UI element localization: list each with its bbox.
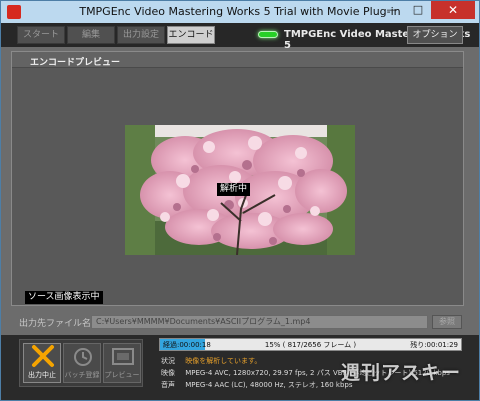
analyzing-overlay: 解析中 <box>217 183 251 196</box>
app-window: TMPGEnc Video Mastering Works 5 Trial wi… <box>0 0 480 401</box>
batch-register-label: バッチ登録 <box>64 371 100 379</box>
preview-label: プレビュー <box>104 371 140 379</box>
stop-output-button[interactable]: 出力中止 <box>23 343 61 383</box>
output-file-row: 出力先ファイル名(F) C:¥Users¥MMMM¥Documents¥ASCI… <box>11 313 464 331</box>
title-bar[interactable]: TMPGEnc Video Mastering Works 5 Trial wi… <box>1 1 479 23</box>
audio-key: 音声 <box>161 381 175 389</box>
browse-button[interactable]: 参照 <box>432 315 462 329</box>
progress-bar: 経過:00:00:18 15% ( 817/2656 フレーム ) 残り:00:… <box>159 338 462 351</box>
video-preview: 解析中 <box>125 125 355 255</box>
encode-preview-panel: エンコードプレビュー 解析中 ソース画像表示中 <box>11 51 464 306</box>
panel-header: エンコードプレビュー <box>12 52 463 68</box>
remaining-time: 残り:00:01:29 <box>410 341 458 349</box>
audio-value: MPEG-4 AAC (LC), 48000 Hz, ステレオ, 160 kbp… <box>185 381 353 389</box>
preview-screen-icon <box>112 348 134 365</box>
status-row: 状況 映像を解析しています。 <box>161 356 261 366</box>
publisher-watermark: 週刊アスキー <box>341 362 462 384</box>
audio-row: 音声 MPEG-4 AAC (LC), 48000 Hz, ステレオ, 160 … <box>161 380 353 390</box>
video-key: 映像 <box>161 369 175 377</box>
panel-title: エンコードプレビュー <box>30 58 121 68</box>
action-buttons: 出力中止 バッチ登録 プレビュー <box>19 339 143 387</box>
minimize-icon[interactable]: — <box>379 1 405 19</box>
output-file-field[interactable]: C:¥Users¥MMMM¥Documents¥ASCIIプログラム_1.mp4 <box>91 315 428 329</box>
tab-encode[interactable]: エンコード <box>167 26 215 44</box>
tab-output-settings[interactable]: 出力設定 <box>117 26 165 44</box>
stop-x-icon <box>32 345 54 367</box>
source-view-toggle[interactable]: ソース画像表示中 <box>25 291 103 304</box>
clock-icon <box>74 348 92 366</box>
tab-start[interactable]: スタート <box>17 26 65 44</box>
status-value: 映像を解析しています。 <box>185 357 262 365</box>
options-button[interactable]: オプション <box>407 26 463 44</box>
status-led-icon <box>258 31 278 38</box>
status-key: 状況 <box>161 357 175 365</box>
maximize-icon[interactable]: □ <box>405 1 431 19</box>
window-controls: — □ ✕ <box>379 1 475 19</box>
close-icon[interactable]: ✕ <box>431 1 475 19</box>
stage-tab-bar: スタート 編集 出力設定 エンコード TMPGEnc Video Masteri… <box>1 23 479 51</box>
stop-output-label: 出力中止 <box>28 371 56 379</box>
tab-edit[interactable]: 編集 <box>67 26 115 44</box>
batch-register-button[interactable]: バッチ登録 <box>63 343 101 383</box>
preview-button[interactable]: プレビュー <box>103 343 141 383</box>
